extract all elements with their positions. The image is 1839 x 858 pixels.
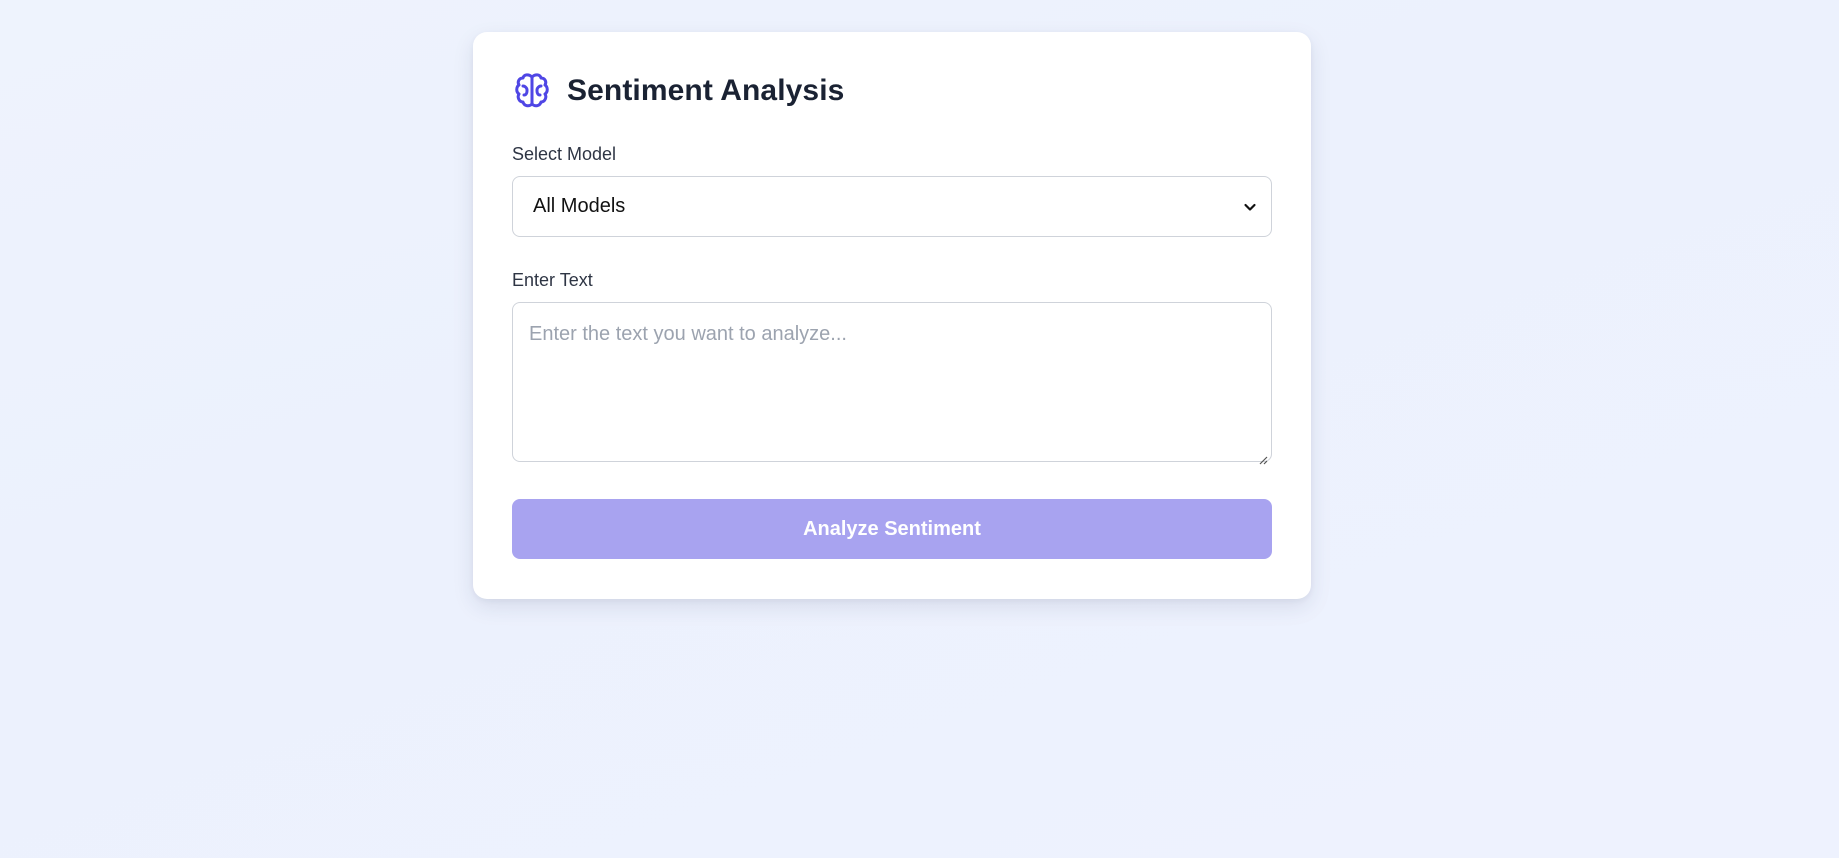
resize-handle-icon[interactable] — [1258, 448, 1268, 465]
enter-text-label: Enter Text — [512, 270, 593, 290]
select-model-label: Select Model — [512, 144, 617, 164]
analyze-sentiment-button[interactable]: Analyze Sentiment — [512, 499, 1272, 559]
sentiment-card: Sentiment Analysis Select Model All Mode… — [473, 32, 1311, 599]
model-select-value: All Models — [533, 195, 626, 217]
brain-icon — [512, 71, 552, 111]
model-select[interactable]: All Models — [512, 176, 1272, 237]
chevron-down-icon — [1243, 200, 1257, 214]
text-input[interactable]: Enter the text you want to analyze... — [512, 302, 1272, 465]
card-header: Sentiment Analysis — [512, 71, 844, 111]
text-input-placeholder: Enter the text you want to analyze... — [529, 323, 847, 345]
page-title: Sentiment Analysis — [567, 74, 845, 107]
